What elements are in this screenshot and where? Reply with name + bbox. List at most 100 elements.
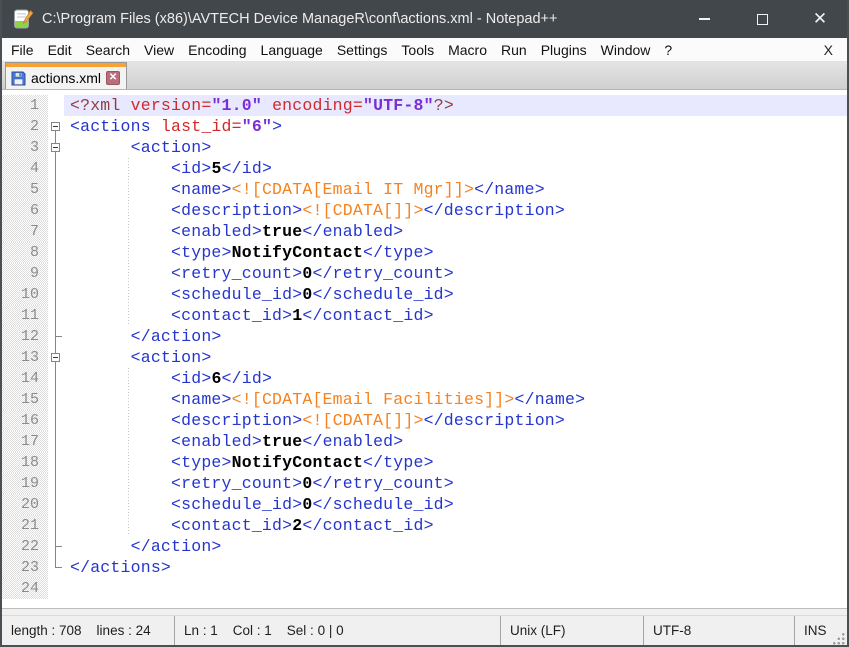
line-number[interactable]: 7 (2, 221, 48, 242)
code-line[interactable]: 22 </action> (2, 536, 847, 557)
menubar-close-document-button[interactable]: X (810, 42, 847, 58)
code-text[interactable]: </action> (64, 536, 847, 557)
code-line[interactable]: 4 <id>5</id> (2, 158, 847, 179)
code-line[interactable]: 5 <name><![CDATA[Email IT Mgr]]></name> (2, 179, 847, 200)
code-text[interactable]: <enabled>true</enabled> (64, 431, 847, 452)
line-number[interactable]: 5 (2, 179, 48, 200)
menu-macro[interactable]: Macro (441, 38, 494, 61)
menu-tools[interactable]: Tools (394, 38, 441, 61)
tab-actions-xml[interactable]: actions.xml ✕ (5, 62, 127, 89)
code-text[interactable]: <schedule_id>0</schedule_id> (64, 494, 847, 515)
code-line[interactable]: 16 <description><![CDATA[]]></descriptio… (2, 410, 847, 431)
resize-grip[interactable] (831, 631, 845, 645)
code-line[interactable]: 19 <retry_count>0</retry_count> (2, 473, 847, 494)
line-number[interactable]: 24 (2, 578, 48, 599)
fold-collapse-icon[interactable] (51, 143, 60, 152)
tab-close-icon[interactable]: ✕ (106, 71, 120, 85)
line-number[interactable]: 22 (2, 536, 48, 557)
fold-collapse-icon[interactable] (51, 353, 60, 362)
menu-run[interactable]: Run (494, 38, 534, 61)
menu-edit[interactable]: Edit (41, 38, 79, 61)
code-text[interactable]: <retry_count>0</retry_count> (64, 263, 847, 284)
menu-view[interactable]: View (137, 38, 181, 61)
code-text[interactable]: <name><![CDATA[Email Facilities]]></name… (64, 389, 847, 410)
code-text[interactable]: <type>NotifyContact</type> (64, 242, 847, 263)
maximize-button[interactable] (733, 0, 791, 38)
line-number[interactable]: 18 (2, 452, 48, 473)
code-text[interactable]: <type>NotifyContact</type> (64, 452, 847, 473)
menu-help[interactable]: ? (657, 38, 679, 61)
line-number[interactable]: 15 (2, 389, 48, 410)
code-line[interactable]: 8 <type>NotifyContact</type> (2, 242, 847, 263)
code-text[interactable]: <?xml version="1.0" encoding="UTF-8"?> (64, 95, 847, 116)
code-text[interactable]: <action> (64, 137, 847, 158)
line-number[interactable]: 2 (2, 116, 48, 137)
line-number[interactable]: 16 (2, 410, 48, 431)
code-line[interactable]: 6 <description><![CDATA[]]></description… (2, 200, 847, 221)
menu-settings[interactable]: Settings (330, 38, 395, 61)
line-number[interactable]: 21 (2, 515, 48, 536)
code-text[interactable]: <contact_id>1</contact_id> (64, 305, 847, 326)
code-line[interactable]: 21 <contact_id>2</contact_id> (2, 515, 847, 536)
code-text[interactable]: <description><![CDATA[]]></description> (64, 410, 847, 431)
code-line[interactable]: 15 <name><![CDATA[Email Facilities]]></n… (2, 389, 847, 410)
line-number[interactable]: 11 (2, 305, 48, 326)
line-number[interactable]: 3 (2, 137, 48, 158)
code-line[interactable]: 20 <schedule_id>0</schedule_id> (2, 494, 847, 515)
line-number[interactable]: 23 (2, 557, 48, 578)
menu-window[interactable]: Window (594, 38, 658, 61)
menu-search[interactable]: Search (79, 38, 137, 61)
line-number[interactable]: 4 (2, 158, 48, 179)
line-number[interactable]: 13 (2, 347, 48, 368)
code-line[interactable]: 11 <contact_id>1</contact_id> (2, 305, 847, 326)
code-text[interactable]: </actions> (64, 557, 847, 578)
code-text[interactable]: <id>6</id> (64, 368, 847, 389)
code-text[interactable]: <name><![CDATA[Email IT Mgr]]></name> (64, 179, 847, 200)
code-line[interactable]: 13 <action> (2, 347, 847, 368)
code-text[interactable]: <id>5</id> (64, 158, 847, 179)
code-text[interactable]: <schedule_id>0</schedule_id> (64, 284, 847, 305)
code-text[interactable]: <description><![CDATA[]]></description> (64, 200, 847, 221)
status-encoding[interactable]: UTF-8 (643, 616, 794, 645)
menu-encoding[interactable]: Encoding (181, 38, 253, 61)
code-line[interactable]: 12 </action> (2, 326, 847, 347)
code-text[interactable] (64, 578, 847, 599)
line-number[interactable]: 8 (2, 242, 48, 263)
code-text[interactable]: <action> (64, 347, 847, 368)
fold-collapse-icon[interactable] (51, 122, 60, 131)
line-number[interactable]: 6 (2, 200, 48, 221)
line-number[interactable]: 19 (2, 473, 48, 494)
code-line[interactable]: 1 <?xml version="1.0" encoding="UTF-8"?> (2, 95, 847, 116)
code-line[interactable]: 24 (2, 578, 847, 599)
code-text[interactable]: </action> (64, 326, 847, 347)
menu-file[interactable]: File (4, 38, 41, 61)
line-number[interactable]: 20 (2, 494, 48, 515)
code-line[interactable]: 23 </actions> (2, 557, 847, 578)
titlebar[interactable]: C:\Program Files (x86)\AVTECH Device Man… (0, 0, 849, 38)
code-text[interactable]: <actions last_id="6"> (64, 116, 847, 137)
code-text[interactable]: <retry_count>0</retry_count> (64, 473, 847, 494)
line-number[interactable]: 9 (2, 263, 48, 284)
code-line[interactable]: 10 <schedule_id>0</schedule_id> (2, 284, 847, 305)
code-line[interactable]: 18 <type>NotifyContact</type> (2, 452, 847, 473)
status-eol-format[interactable]: Unix (LF) (500, 616, 643, 645)
line-number[interactable]: 10 (2, 284, 48, 305)
menu-plugins[interactable]: Plugins (534, 38, 594, 61)
close-button[interactable]: ✕ (791, 0, 849, 38)
line-number[interactable]: 14 (2, 368, 48, 389)
code-text[interactable]: <enabled>true</enabled> (64, 221, 847, 242)
minimize-button[interactable] (675, 0, 733, 38)
line-number[interactable]: 12 (2, 326, 48, 347)
line-number[interactable]: 17 (2, 431, 48, 452)
menu-language[interactable]: Language (254, 38, 330, 61)
code-text[interactable]: <contact_id>2</contact_id> (64, 515, 847, 536)
code-line[interactable]: 3 <action> (2, 137, 847, 158)
editor-pane[interactable]: 1<?xml version="1.0" encoding="UTF-8"?>2… (2, 90, 847, 608)
code-line[interactable]: 2 <actions last_id="6"> (2, 116, 847, 137)
line-number[interactable]: 1 (2, 95, 48, 116)
code-line[interactable]: 9 <retry_count>0</retry_count> (2, 263, 847, 284)
code-line[interactable]: 7 <enabled>true</enabled> (2, 221, 847, 242)
code-line[interactable]: 17 <enabled>true</enabled> (2, 431, 847, 452)
code-line[interactable]: 14 <id>6</id> (2, 368, 847, 389)
status-insert-mode[interactable]: INS (804, 623, 827, 638)
